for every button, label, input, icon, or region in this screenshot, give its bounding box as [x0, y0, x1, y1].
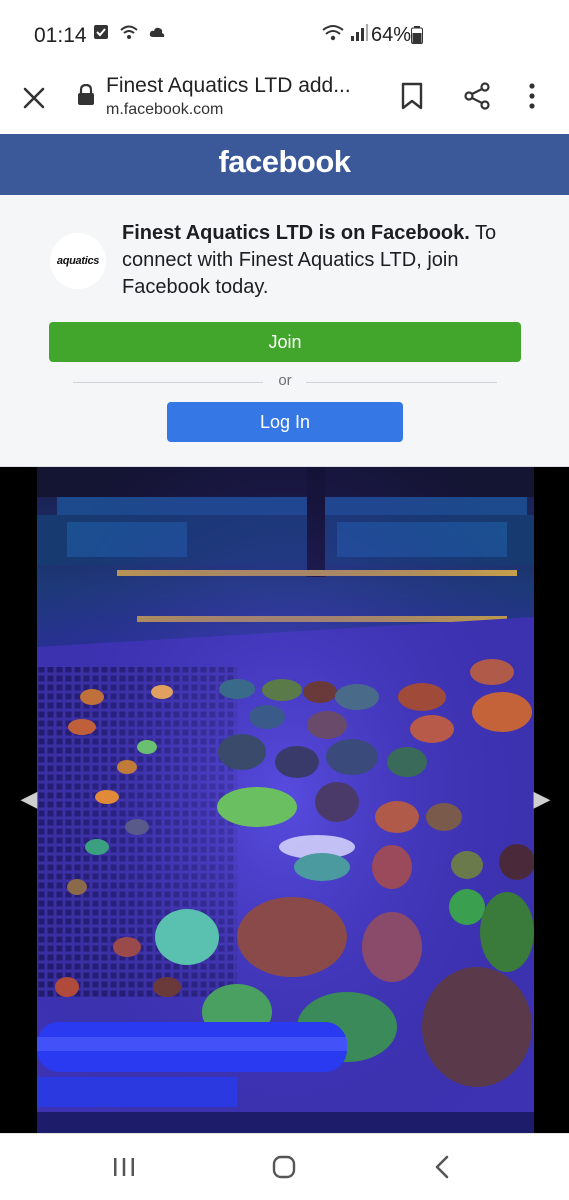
status-right-icons	[322, 24, 368, 42]
cloud-icon	[149, 27, 165, 37]
page-title[interactable]: Finest Aquatics LTD add...	[106, 74, 376, 98]
battery-icon	[411, 26, 423, 44]
login-button[interactable]: Log In	[167, 402, 403, 442]
facebook-logo[interactable]: facebook	[0, 144, 569, 180]
wifi-icon	[322, 25, 344, 41]
divider-left	[73, 382, 263, 383]
more-vert-icon[interactable]	[527, 82, 537, 110]
divider-right	[306, 382, 497, 383]
avatar-logo-text: aquatics	[56, 255, 100, 267]
browser-toolbar: Finest Aquatics LTD add... m.facebook.co…	[0, 70, 569, 134]
status-left-icons	[93, 24, 165, 40]
page-url[interactable]: m.facebook.com	[106, 101, 223, 119]
chevron-right-icon[interactable]: ▶	[528, 785, 556, 813]
signal-icon	[351, 24, 368, 41]
back-icon[interactable]	[432, 1155, 452, 1179]
promo-message: Finest Aquatics LTD is on Facebook. To c…	[122, 220, 532, 301]
battery-percent: 64%	[371, 24, 412, 46]
aquarium-coral-photo[interactable]	[37, 467, 534, 1133]
bookmark-icon[interactable]	[400, 82, 424, 110]
promo-title: Finest Aquatics LTD is on Facebook.	[122, 222, 470, 244]
or-separator: or	[278, 372, 292, 389]
facebook-header: facebook	[0, 134, 569, 195]
join-prompt: aquatics Finest Aquatics LTD is on Faceb…	[0, 195, 569, 467]
close-icon[interactable]	[20, 84, 48, 112]
join-button[interactable]: Join	[49, 322, 521, 362]
chevron-left-icon[interactable]: ◀	[15, 785, 43, 813]
status-bar: 01:14 64%	[0, 0, 569, 70]
home-icon[interactable]	[271, 1154, 297, 1180]
system-nav-bar	[0, 1133, 569, 1200]
recents-icon[interactable]	[112, 1156, 136, 1178]
wifi-calling-icon	[120, 25, 138, 39]
page-avatar[interactable]: aquatics	[50, 233, 106, 289]
photo-viewer: ◀ ▶	[0, 467, 569, 1133]
checkbox-notification-icon	[94, 25, 108, 39]
status-time: 01:14	[34, 24, 87, 47]
lock-icon	[78, 84, 94, 105]
share-icon[interactable]	[463, 82, 491, 110]
